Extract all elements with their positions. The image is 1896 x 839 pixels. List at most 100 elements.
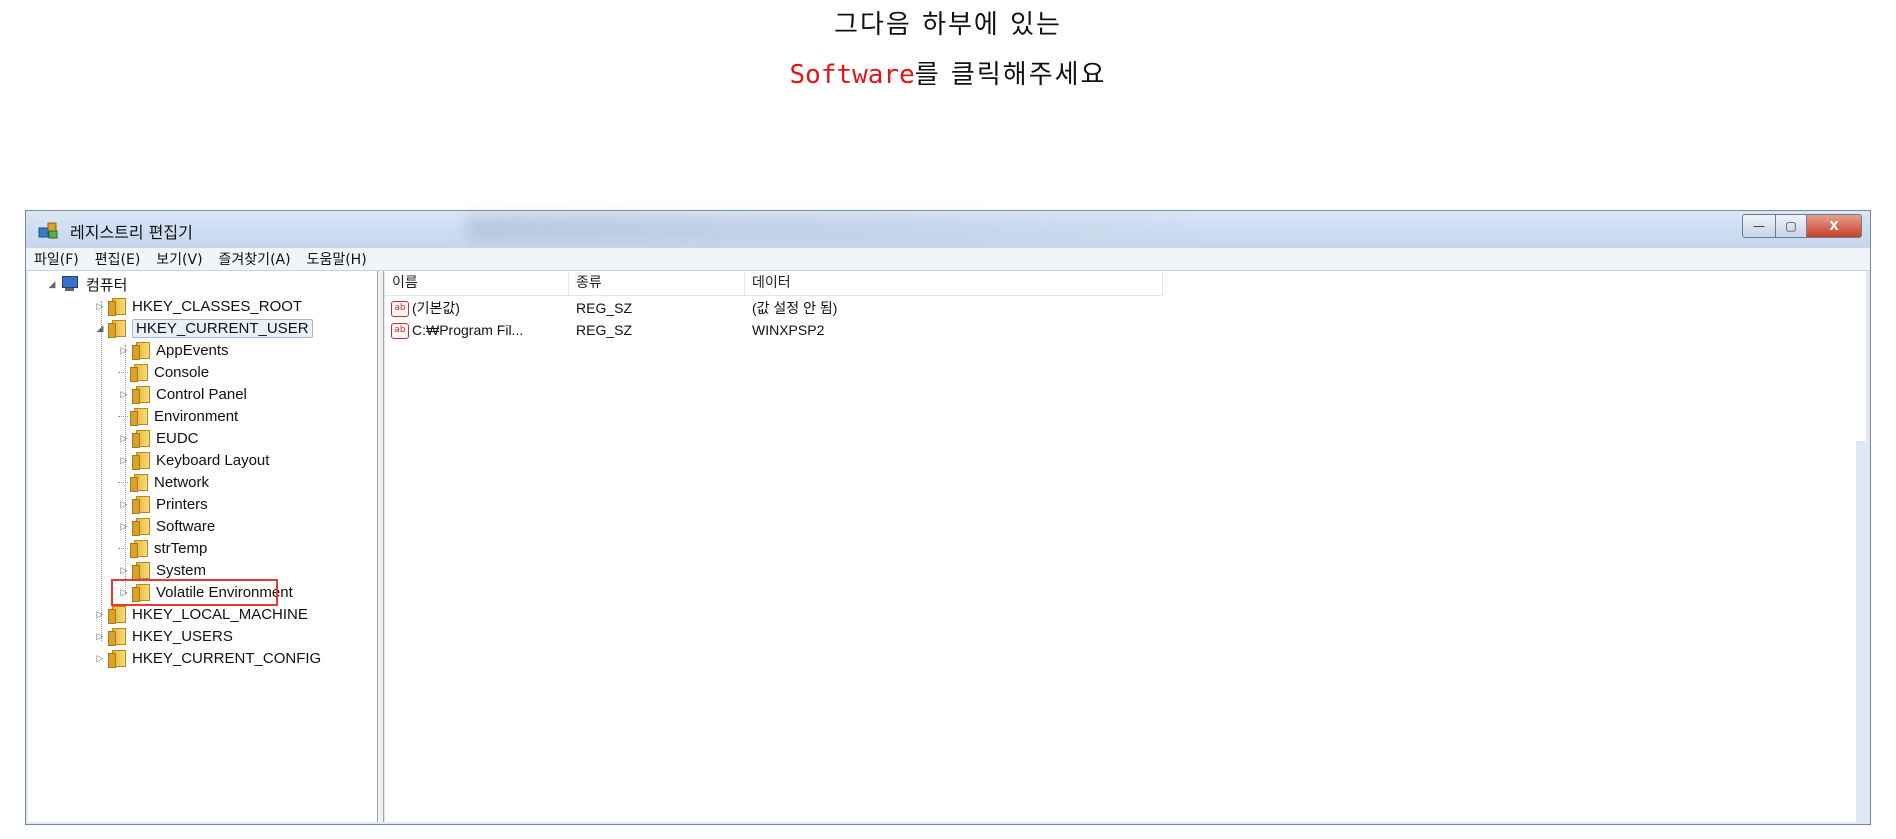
title-bar[interactable]: 레지스트리 편집기 — ▢ X: [26, 211, 1870, 248]
instruction-rest: 를 클릭해주세요: [914, 60, 1107, 90]
tree-label: HKEY_CURRENT_CONFIG: [132, 649, 322, 667]
folder-icon: [130, 408, 148, 426]
column-header-type[interactable]: 종류: [569, 271, 745, 295]
instruction-line-1: 그다음 하부에 있는: [834, 10, 1062, 40]
folder-icon: [132, 386, 150, 404]
tree-label: Network: [154, 473, 210, 491]
tree-label: Environment: [154, 407, 239, 425]
menu-view[interactable]: 보기(V): [148, 249, 210, 269]
tree-label: AppEvents: [156, 341, 229, 359]
column-header-data[interactable]: 데이터: [745, 271, 1163, 295]
expand-closed-icon[interactable]: ▷: [94, 608, 106, 620]
folder-icon: [108, 298, 126, 316]
list-row[interactable]: ab C:₩Program Fil... REG_SZ WINXPSP2: [385, 319, 1163, 341]
expand-closed-icon[interactable]: ▷: [94, 652, 106, 664]
software-highlight-box: [111, 579, 278, 606]
tree-item-printers[interactable]: ▷ Printers: [118, 493, 208, 515]
folder-icon: [132, 342, 150, 360]
expand-open-icon[interactable]: ◢: [94, 322, 106, 334]
maximize-button[interactable]: ▢: [1776, 214, 1807, 238]
tree-label: Control Panel: [156, 385, 247, 403]
value-type: REG_SZ: [576, 322, 633, 338]
value-name: (기본값): [412, 300, 460, 316]
tree-guide-line: [101, 301, 102, 641]
tree-connector: [118, 415, 128, 417]
tree-label: HKEY_CURRENT_USER: [132, 318, 313, 338]
tree-connector: [118, 371, 128, 373]
expand-closed-icon[interactable]: ▷: [118, 432, 130, 444]
tree-item-strtemp[interactable]: strTemp: [118, 537, 207, 559]
menu-edit[interactable]: 편집(E): [87, 249, 149, 269]
tree-label: HKEY_USERS: [132, 627, 233, 645]
tree-item-computer[interactable]: ◢ 컴퓨터: [46, 273, 127, 295]
tree-item-hkcu[interactable]: ◢ HKEY_CURRENT_USER: [94, 317, 313, 339]
expand-closed-icon[interactable]: ▷: [118, 454, 130, 466]
tree-connector: [118, 547, 128, 549]
tree-item-environment[interactable]: Environment: [118, 405, 238, 427]
pane-splitter[interactable]: [378, 271, 384, 822]
tree-label: HKEY_CLASSES_ROOT: [132, 297, 303, 315]
value-name-cell: ab C:₩Program Fil...: [385, 319, 569, 341]
tree-item-keyboard-layout[interactable]: ▷ Keyboard Layout: [118, 449, 269, 471]
values-list[interactable]: 이름 종류 데이터 ab (기본값) REG_SZ (값 설정 안 됨) ab C:…: [385, 271, 1866, 822]
value-name-cell: ab (기본값): [385, 297, 569, 319]
list-header: 이름 종류 데이터: [385, 271, 1163, 296]
registry-editor-window: 레지스트리 편집기 — ▢ X 파일(F) 편집(E) 보기(V) 즐겨찾기(A…: [25, 210, 1871, 825]
expand-closed-icon[interactable]: ▷: [118, 564, 130, 576]
tree-label: Keyboard Layout: [156, 451, 270, 469]
expand-closed-icon[interactable]: ▷: [94, 300, 106, 312]
minimize-button[interactable]: —: [1742, 214, 1776, 238]
tree-item-console[interactable]: Console: [118, 361, 209, 383]
close-button[interactable]: X: [1807, 214, 1862, 238]
folder-icon: [132, 562, 150, 580]
tree-label: Printers: [156, 495, 208, 513]
folder-icon: [108, 628, 126, 646]
expand-open-icon[interactable]: ◢: [46, 278, 58, 290]
tree-label: 컴퓨터: [86, 276, 128, 294]
folder-icon: [132, 518, 150, 536]
tree-label: Console: [154, 363, 210, 381]
tree-label: EUDC: [156, 429, 199, 447]
registry-tree[interactable]: ◢ 컴퓨터 ▷ HKEY_CLASSES_ROOT ◢ HKEY_CURRENT…: [28, 271, 378, 822]
tree-item-hklm[interactable]: ▷ HKEY_LOCAL_MACHINE: [94, 603, 308, 625]
tree-item-system[interactable]: ▷ System: [118, 559, 206, 581]
expand-closed-icon[interactable]: ▷: [94, 630, 106, 642]
folder-icon: [132, 496, 150, 514]
tree-item-network[interactable]: Network: [118, 471, 209, 493]
expand-closed-icon[interactable]: ▷: [118, 344, 130, 356]
value-data: WINXPSP2: [752, 322, 825, 338]
folder-icon: [108, 606, 126, 624]
tree-item-eudc[interactable]: ▷ EUDC: [118, 427, 199, 449]
folder-icon: [130, 364, 148, 382]
tree-item-hkcr[interactable]: ▷ HKEY_CLASSES_ROOT: [94, 295, 302, 317]
column-header-name[interactable]: 이름: [385, 271, 569, 295]
tree-connector: [118, 481, 128, 483]
value-type: REG_SZ: [576, 300, 633, 316]
registry-editor-icon: [38, 222, 58, 239]
tree-item-appevents[interactable]: ▷ AppEvents: [118, 339, 229, 361]
vertical-scrollbar[interactable]: [1856, 441, 1866, 822]
list-row[interactable]: ab (기본값) REG_SZ (값 설정 안 됨): [385, 297, 1163, 319]
folder-icon: [132, 452, 150, 470]
menu-favorites[interactable]: 즐겨찾기(A): [211, 249, 299, 269]
menu-help[interactable]: 도움말(H): [299, 249, 375, 269]
expand-closed-icon[interactable]: ▷: [118, 498, 130, 510]
folder-icon: [132, 430, 150, 448]
tree-label: System: [156, 561, 207, 579]
menu-file[interactable]: 파일(F): [26, 249, 87, 269]
string-value-icon: ab: [391, 323, 409, 340]
tree-item-hkcc[interactable]: ▷ HKEY_CURRENT_CONFIG: [94, 647, 321, 669]
menu-bar: 파일(F) 편집(E) 보기(V) 즐겨찾기(A) 도움말(H): [26, 248, 1870, 271]
computer-icon: [60, 275, 80, 293]
tree-label: HKEY_LOCAL_MACHINE: [132, 605, 308, 623]
instruction-line-2: Software를 클릭해주세요: [0, 54, 1896, 91]
value-data: (값 설정 안 됨): [752, 300, 838, 316]
tree-item-software[interactable]: ▷ Software: [118, 515, 215, 537]
value-name: C:₩Program Fil...: [412, 322, 524, 338]
tree-item-control-panel[interactable]: ▷ Control Panel: [118, 383, 247, 405]
expand-closed-icon[interactable]: ▷: [118, 388, 130, 400]
blurred-background-title: [466, 215, 1186, 241]
tree-item-hku[interactable]: ▷ HKEY_USERS: [94, 625, 233, 647]
folder-icon: [130, 474, 148, 492]
expand-closed-icon[interactable]: ▷: [118, 520, 130, 532]
